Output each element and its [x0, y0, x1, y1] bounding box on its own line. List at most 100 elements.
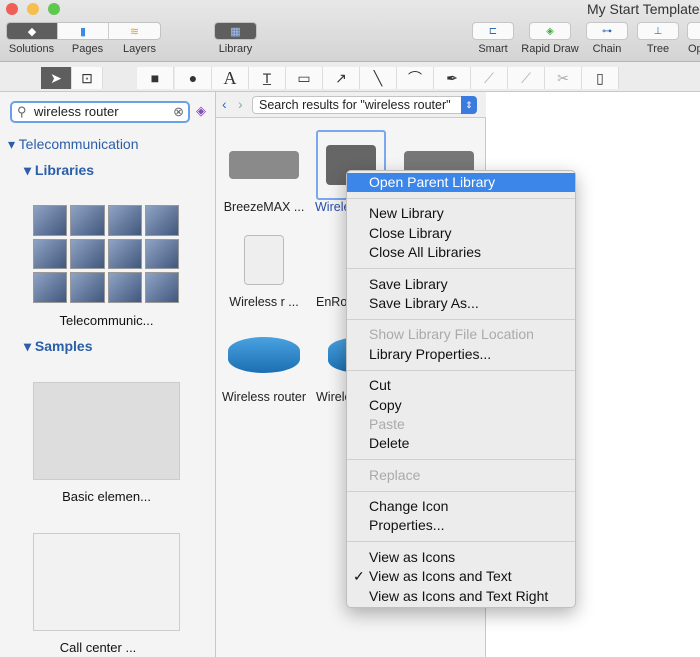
libraries-label: Libraries — [34, 162, 95, 178]
layers-icon: ≋ — [129, 25, 140, 38]
chain-label: Chain — [592, 43, 622, 55]
menu-item-label: Save Library As... — [369, 294, 479, 311]
menu-item-save-library-as[interactable]: Save Library As... — [347, 294, 575, 313]
menu-item-paste: Paste — [347, 415, 575, 434]
menu-item-open-parent-library[interactable]: Open Parent Library — [347, 173, 575, 193]
solutions-button[interactable]: ◆ — [7, 23, 58, 39]
add-point-tool[interactable]: ⟋ — [508, 67, 545, 89]
menu-item-label: Change Icon — [369, 498, 449, 515]
edit-points-icon: ⟋ — [484, 69, 494, 86]
menu-item-label: View as Icons and Text — [369, 568, 512, 585]
sample-thumbnail[interactable] — [33, 533, 180, 631]
text-select-tool[interactable]: ⊡ — [72, 67, 103, 89]
samples-label: Samples — [34, 338, 93, 354]
menu-item-view-as-icons-and-text-right[interactable]: View as Icons and Text Right — [347, 587, 575, 606]
sample-thumbnail[interactable] — [33, 382, 180, 480]
menu-item-view-as-icons-and-text[interactable]: ✓ View as Icons and Text — [347, 567, 575, 586]
menu-item-new-library[interactable]: New Library — [347, 204, 575, 223]
dropdown-value: Search results for "wireless router" — [259, 98, 451, 112]
item-label: BreezeMAX ... — [223, 200, 305, 214]
menu-item-save-library[interactable]: Save Library — [347, 275, 575, 294]
sample-label: Call center ... — [59, 640, 137, 655]
menu-separator — [347, 459, 575, 461]
callout-tool[interactable]: ▭ — [286, 67, 323, 89]
rectangle-icon: ■ — [150, 70, 160, 86]
menu-item-library-properties[interactable]: Library Properties... — [347, 345, 575, 364]
tree-group-telecommunication[interactable]: ▾ Telecommunication — [8, 136, 139, 153]
library-item[interactable]: BreezeMAX ... — [221, 130, 307, 214]
menu-item-close-library[interactable]: Close Library — [347, 224, 575, 243]
tree-icon: ⊥ — [653, 25, 663, 37]
menu-item-close-all-libraries[interactable]: Close All Libraries — [347, 243, 575, 262]
menu-item-cut[interactable]: Cut — [347, 376, 575, 395]
forward-icon[interactable]: › — [238, 96, 243, 112]
pen-icon: ✒ — [446, 69, 458, 86]
zoom-window-button[interactable] — [48, 3, 60, 15]
library-button[interactable]: ▦ — [214, 22, 257, 40]
text-box-tool[interactable]: T̲ — [249, 67, 286, 89]
library-dropdown[interactable]: Search results for "wireless router" ⇕ — [252, 96, 477, 114]
clear-search-icon[interactable]: ⊗ — [173, 104, 184, 120]
library-thumbnail[interactable] — [33, 205, 179, 303]
title-bar: My Start Template ◆ ▮ ≋ Solutions Pages … — [0, 0, 700, 62]
router-icon — [244, 235, 284, 285]
menu-item-change-icon[interactable]: Change Icon — [347, 497, 575, 516]
tree-libraries[interactable]: ▾ Libraries — [24, 162, 94, 179]
line-icon: ╲ — [373, 69, 383, 86]
search-options-icon[interactable]: ◈ — [196, 103, 206, 119]
container-icon: ▯ — [596, 69, 604, 86]
close-window-button[interactable] — [6, 3, 18, 15]
menu-item-replace: Replace — [347, 466, 575, 485]
layers-label: Layers — [122, 43, 157, 55]
add-point-icon: ⟋ — [521, 69, 531, 86]
minimize-window-button[interactable] — [27, 3, 39, 15]
library-search-input[interactable]: ⚲ wireless router ⊗ — [10, 101, 190, 123]
menu-item-label: Show Library File Location — [369, 326, 534, 343]
pages-button[interactable]: ▮ — [58, 23, 109, 39]
tree-button[interactable]: ⊥ — [637, 22, 679, 40]
library-item[interactable]: Wireless r ... — [221, 225, 307, 309]
menu-item-show-library-file-location: Show Library File Location — [347, 325, 575, 344]
pen-tool[interactable]: ✒ — [434, 67, 471, 89]
arrow-tool[interactable]: ↗ — [323, 67, 360, 89]
window-title: My Start Template — [587, 1, 700, 17]
callout-icon: ▭ — [297, 69, 311, 86]
edit-points-tool[interactable]: ⟋ — [471, 67, 508, 89]
rectangle-tool[interactable]: ■ — [137, 67, 174, 89]
menu-item-copy[interactable]: Copy — [347, 396, 575, 415]
rapid-draw-button[interactable]: ◈ — [529, 22, 571, 40]
menu-item-view-as-icons[interactable]: View as Icons — [347, 548, 575, 567]
chain-button[interactable]: ⊶ — [586, 22, 628, 40]
menu-item-properties[interactable]: Properties... — [347, 516, 575, 535]
menu-separator — [347, 318, 575, 320]
menu-item-label: Delete — [369, 435, 410, 452]
pointer-tool[interactable]: ➤ — [41, 67, 72, 89]
menu-item-label: Paste — [369, 415, 405, 432]
search-icon: ⚲ — [17, 104, 27, 119]
menu-separator — [347, 197, 575, 199]
layers-button[interactable]: ≋ — [109, 23, 160, 39]
text-tool[interactable]: A — [212, 67, 249, 89]
library-icon: ▦ — [230, 25, 241, 38]
group-label: Telecommunication — [18, 136, 139, 152]
arc-tool[interactable]: ⌒ — [397, 67, 434, 89]
container-tool[interactable]: ▯ — [582, 67, 619, 89]
split-icon: ✂ — [557, 69, 569, 86]
text-icon: A — [223, 67, 237, 88]
menu-item-label: Close All Libraries — [369, 244, 482, 261]
line-tool[interactable]: ╲ — [360, 67, 397, 89]
menu-item-delete[interactable]: Delete — [347, 434, 575, 453]
menu-item-label: View as Icons — [369, 548, 456, 565]
library-item[interactable]: Wireless router — [221, 320, 307, 404]
menu-item-label: Copy — [369, 396, 402, 413]
back-icon[interactable]: ‹ — [222, 96, 227, 112]
split-tool[interactable]: ✂ — [545, 67, 582, 89]
ellipse-tool[interactable]: ● — [175, 67, 212, 89]
menu-separator — [347, 369, 575, 371]
op-button[interactable] — [687, 22, 700, 40]
rapid-draw-icon: ◈ — [546, 25, 554, 37]
ellipse-icon: ● — [188, 70, 198, 86]
text-select-icon: ⊡ — [81, 69, 93, 86]
smart-button[interactable]: ⊏ — [472, 22, 514, 40]
tree-samples[interactable]: ▾ Samples — [24, 338, 93, 355]
